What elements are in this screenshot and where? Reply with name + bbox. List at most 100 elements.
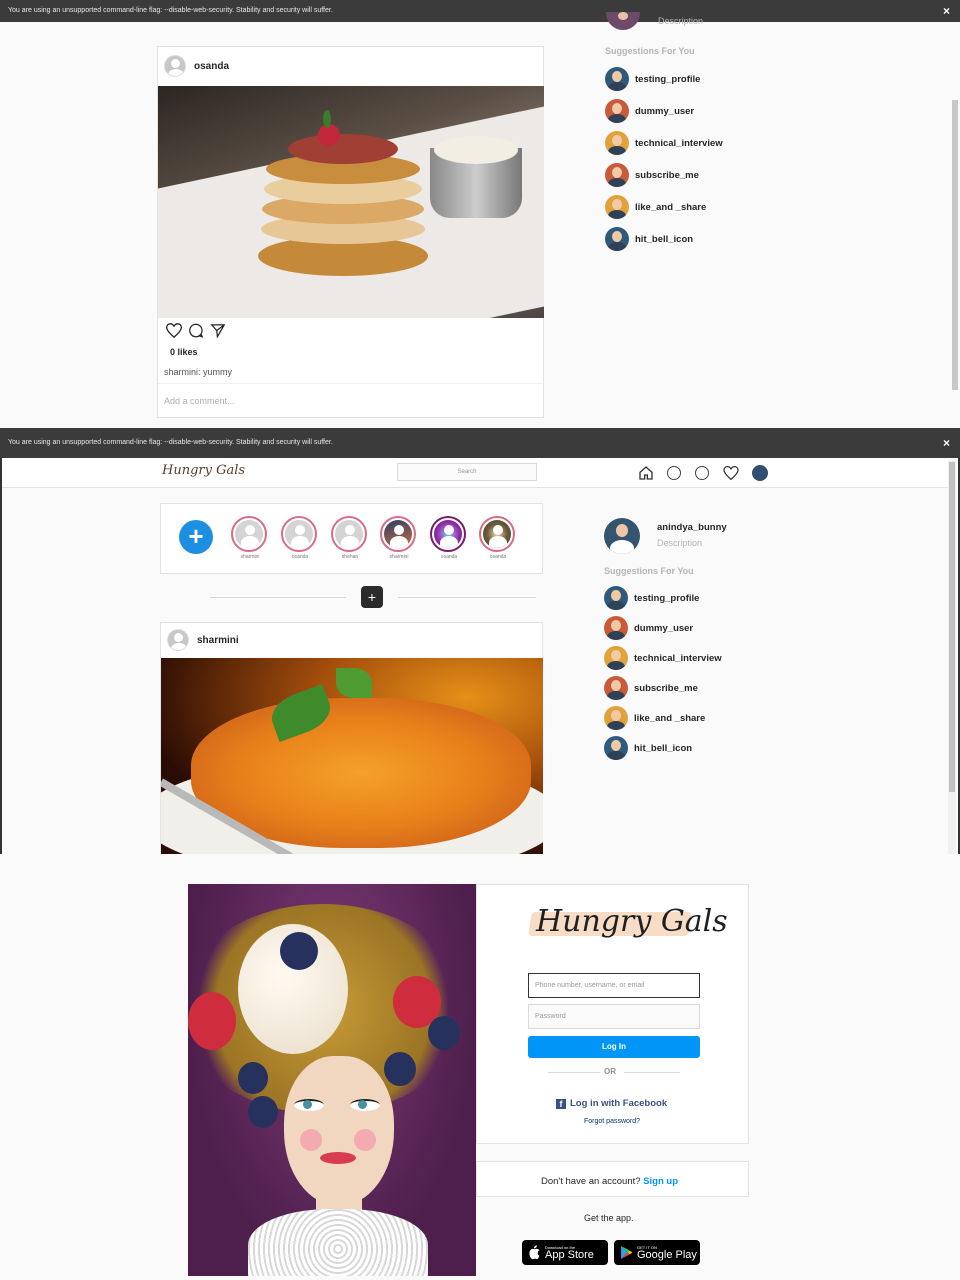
scrollbar-thumb[interactable] <box>949 462 955 792</box>
login-button[interactable]: Log In <box>528 1036 700 1058</box>
signup-link[interactable]: Sign up <box>643 1176 678 1187</box>
suggestion-username[interactable]: testing_profile <box>635 74 700 85</box>
heart-icon[interactable] <box>166 323 182 338</box>
post-image-pasta[interactable] <box>161 658 543 854</box>
profile-avatar[interactable] <box>752 465 768 481</box>
messenger-icon[interactable] <box>667 466 681 480</box>
post-header: osanda <box>164 55 229 77</box>
top-navbar: Hungry Gals Search <box>2 458 948 488</box>
avatar[interactable] <box>167 629 189 651</box>
suggestion-item[interactable]: testing_profile <box>604 586 699 610</box>
suggestion-username[interactable]: like_and _share <box>634 713 705 724</box>
explore-icon[interactable] <box>695 466 709 480</box>
comment-icon[interactable] <box>188 323 204 338</box>
avatar[interactable] <box>605 67 629 91</box>
suggestion-item[interactable]: dummy_user <box>605 99 694 123</box>
suggestion-item[interactable]: hit_bell_icon <box>604 736 692 760</box>
likes-count: 0 likes <box>170 347 198 357</box>
avatar[interactable] <box>605 163 629 187</box>
app-store-button[interactable]: Download on the App Store <box>522 1240 608 1265</box>
post-caption: sharmini: yummy <box>164 367 233 377</box>
suggestion-username[interactable]: testing_profile <box>634 593 699 604</box>
post-username[interactable]: sharmini <box>197 635 239 646</box>
heart-icon[interactable] <box>723 466 739 480</box>
signup-card: Don't have an account? Sign up <box>476 1161 749 1197</box>
post-image-pancakes[interactable] <box>158 86 544 318</box>
avatar[interactable] <box>605 195 629 219</box>
suggestion-item[interactable]: testing_profile <box>605 67 700 91</box>
divider-line <box>210 597 346 598</box>
story-item[interactable]: sharmini <box>380 516 418 560</box>
app-logo[interactable]: Hungry Gals <box>162 463 245 478</box>
suggestion-username[interactable]: hit_bell_icon <box>634 743 692 754</box>
login-logo: Hungry Gals <box>536 904 728 939</box>
story-item[interactable]: osanda <box>479 516 517 560</box>
avatar[interactable] <box>605 131 629 155</box>
suggestion-username[interactable]: subscribe_me <box>634 683 698 694</box>
no-account-label: Don't have an account? <box>541 1176 641 1187</box>
avatar[interactable] <box>605 227 629 251</box>
profile-avatar[interactable] <box>606 12 640 30</box>
avatar[interactable] <box>605 99 629 123</box>
suggestion-username[interactable]: dummy_user <box>635 106 694 117</box>
avatar[interactable] <box>164 55 186 77</box>
unsupported-flag-infobar: You are using an unsupported command-lin… <box>0 428 960 458</box>
infobar-close-button[interactable]: × <box>943 428 950 458</box>
avatar[interactable] <box>604 736 628 760</box>
suggestion-item[interactable]: technical_interview <box>604 646 722 670</box>
suggestion-item[interactable]: subscribe_me <box>604 676 698 700</box>
suggestion-item[interactable]: like_and _share <box>605 195 706 219</box>
profile-username[interactable]: anindya_bunny <box>657 522 727 533</box>
suggestion-item[interactable]: technical_interview <box>605 131 723 155</box>
avatar[interactable] <box>604 706 628 730</box>
suggestion-username[interactable]: dummy_user <box>634 623 693 634</box>
avatar[interactable] <box>604 586 628 610</box>
suggestion-username[interactable]: subscribe_me <box>635 170 699 181</box>
story-item[interactable]: osanda <box>430 516 468 560</box>
share-icon[interactable] <box>210 323 226 338</box>
forgot-password-link[interactable]: Forgot password? <box>584 1118 640 1125</box>
search-input[interactable]: Search <box>397 463 537 481</box>
post-card: sharmini <box>160 622 543 854</box>
facebook-login-label: Log in with Facebook <box>570 1098 668 1109</box>
password-input[interactable]: Password <box>528 1004 700 1029</box>
app-store-text: App Store <box>545 1248 594 1261</box>
suggestion-item[interactable]: hit_bell_icon <box>605 227 693 251</box>
post-username[interactable]: osanda <box>194 61 229 72</box>
scrollbar[interactable] <box>952 100 958 390</box>
profile-description: Description <box>657 538 703 548</box>
comment-input[interactable]: Add a comment... <box>164 396 235 406</box>
suggestion-username[interactable]: technical_interview <box>635 138 723 149</box>
story-item[interactable]: sharmini <box>231 516 269 560</box>
suggestion-username[interactable]: like_and _share <box>635 202 706 213</box>
suggestions-title: Suggestions For You <box>604 566 694 576</box>
avatar[interactable] <box>604 646 628 670</box>
create-post-button[interactable]: + <box>361 586 383 608</box>
hero-artwork <box>188 884 476 1276</box>
infobar-close-button[interactable]: × <box>943 0 950 22</box>
post-actions <box>166 323 226 338</box>
signup-text: Don't have an account? Sign up <box>541 1176 678 1187</box>
suggestion-username[interactable]: hit_bell_icon <box>635 234 693 245</box>
avatar[interactable] <box>604 676 628 700</box>
avatar[interactable] <box>604 616 628 640</box>
facebook-icon: f <box>556 1098 566 1109</box>
google-play-button[interactable]: GET IT ON Google Play <box>614 1240 700 1265</box>
apple-icon <box>529 1245 540 1260</box>
story-item[interactable]: osanda <box>281 516 319 560</box>
add-story-button[interactable]: + <box>179 520 213 554</box>
suggestion-item[interactable]: dummy_user <box>604 616 693 640</box>
unsupported-flag-infobar: You are using an unsupported command-lin… <box>0 0 960 22</box>
username-input[interactable]: Phone number, username, or email <box>528 973 700 998</box>
facebook-login-link[interactable]: f Log in with Facebook <box>556 1098 667 1109</box>
story-item[interactable]: shehan <box>331 516 369 560</box>
suggestion-username[interactable]: technical_interview <box>634 653 722 664</box>
home-icon[interactable] <box>638 465 654 481</box>
suggestion-item[interactable]: subscribe_me <box>605 163 699 187</box>
google-play-text: Google Play <box>637 1248 697 1261</box>
profile-avatar[interactable] <box>604 518 640 554</box>
post-header: sharmini <box>167 629 239 651</box>
get-app-label: Get the app. <box>584 1213 634 1223</box>
profile-description: Description <box>658 16 704 26</box>
suggestion-item[interactable]: like_and _share <box>604 706 705 730</box>
